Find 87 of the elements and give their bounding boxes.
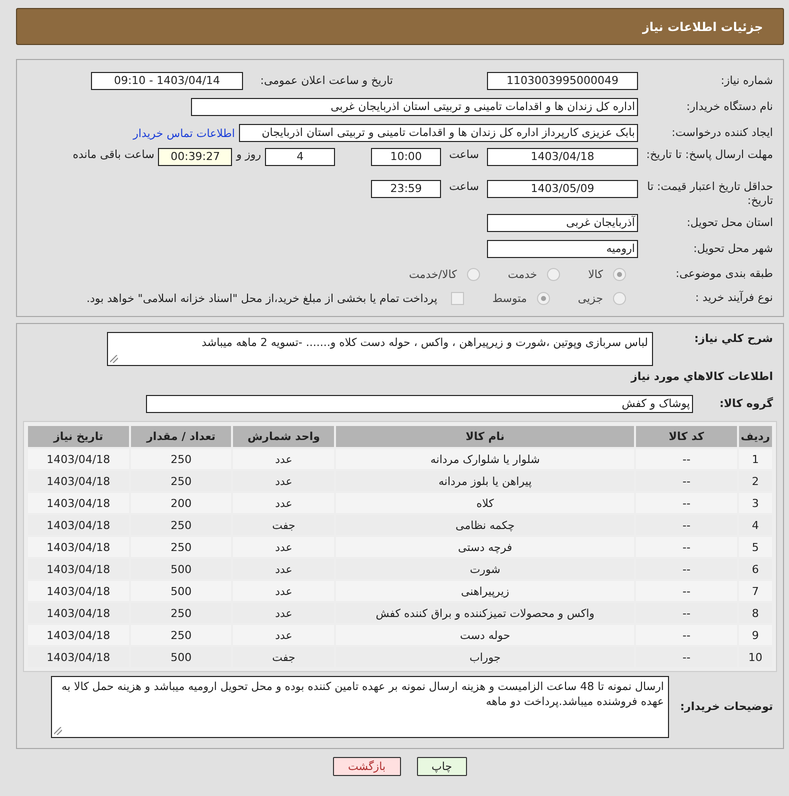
table-cell: زیرپیراهنی — [336, 581, 634, 601]
contact-link[interactable]: اطلاعات تماس خریدار — [133, 126, 235, 140]
table-cell: -- — [636, 493, 737, 513]
field-label: نوع فرآیند خرید : — [694, 291, 774, 305]
table-cell: عدد — [233, 493, 334, 513]
table-cell: -- — [636, 537, 737, 557]
resize-grip-icon — [54, 727, 62, 735]
time-label: ساعت — [449, 148, 479, 161]
table-cell: کلاه — [336, 493, 634, 513]
remaining-time-field: 00:39:27 — [158, 148, 232, 166]
resize-grip-icon — [110, 355, 118, 363]
table-cell: 3 — [738, 493, 772, 513]
option-label: کالا — [588, 268, 603, 280]
creator-field: بابک عزیزی کارپرداز اداره کل زندان ها و اقدامات تامینی و تربیتی استان اذربایجان — [239, 124, 638, 142]
field-label: مهلت ارسال پاسخ: تا تاریخ: — [645, 148, 774, 162]
days-field: 4 — [265, 148, 336, 166]
table-cell: 1403/04/18 — [28, 449, 129, 469]
print-button[interactable]: چاپ — [416, 757, 468, 776]
days-label: روز و — [236, 148, 262, 161]
table-cell: 1403/04/18 — [28, 625, 129, 645]
time-label: ساعت — [449, 180, 479, 193]
radio-button[interactable] — [466, 268, 480, 280]
table-cell: عدد — [233, 625, 334, 645]
buyer-notes-textarea: ارسال نمونه تا 48 ساعت الزامیست و هزینه ارسال نمونه بر عهده تامین کننده بوده و محل تحویل ارومیه میباشد و هزینه حمل کالا به عهده فروشنده میباشد.پرداخت دو ماهه — [51, 676, 669, 738]
table-cell: 9 — [738, 625, 772, 645]
option-label: کالا/خدمت — [409, 268, 457, 280]
remaining-label: ساعت باقی مانده — [72, 148, 154, 161]
table-cell: عدد — [233, 537, 334, 557]
back-button[interactable]: بازگشت — [332, 757, 401, 776]
column-header: تعداد / مقدار — [130, 426, 232, 447]
goods-group-field: پوشاک و کفش — [146, 395, 693, 413]
field-label: شماره نیاز: — [720, 74, 774, 88]
field-label: حداقل تاریخ اعتبار قیمت: تا تاریخ: — [646, 180, 774, 208]
column-header: کد کالا — [636, 426, 737, 447]
option-label: خدمت — [508, 268, 538, 280]
column-header: ردیف — [738, 426, 772, 447]
field-label: شهر محل تحویل: — [692, 242, 774, 256]
table-cell: عدد — [233, 581, 334, 601]
field-label: طبقه بندی موضوعی: — [674, 267, 774, 281]
page-title: جزئیات اطلاعات نیاز — [642, 20, 763, 34]
table-cell: حوله دست — [336, 625, 634, 645]
table-cell: 1403/04/18 — [28, 537, 129, 557]
table-cell: 1403/04/18 — [28, 493, 129, 513]
province-field: آذربایجان غربی — [487, 214, 638, 232]
checkbox[interactable] — [451, 292, 464, 304]
table-cell: 5 — [738, 537, 772, 557]
field-label: نام دستگاه خریدار: — [685, 100, 774, 114]
buyer-org-field: اداره کل زندان ها و اقدامات تامینی و تربیتی استان اذربایجان غربی — [191, 98, 638, 116]
field-label: شرح کلي نياز: — [693, 332, 774, 346]
field-label: توضیحات خریدار: — [679, 699, 774, 714]
validity-time-field: 23:59 — [371, 180, 442, 198]
radio-button[interactable] — [613, 292, 626, 304]
city-field: ارومیه — [487, 240, 638, 258]
table-cell: -- — [636, 625, 737, 645]
table-cell: 1403/04/18 — [28, 581, 129, 601]
table-cell: 7 — [738, 581, 772, 601]
deadline-time-field: 10:00 — [371, 148, 442, 166]
table-cell: 500 — [130, 581, 232, 601]
table-cell: 250 — [130, 625, 232, 645]
field-label: ایجاد کننده درخواست: — [670, 126, 774, 140]
table-cell: شلوار یا شلوارک مردانه — [336, 449, 634, 469]
need-number-field: 1103003995000049 — [487, 72, 638, 90]
table-cell: 250 — [130, 449, 232, 469]
column-header: نام کالا — [336, 426, 634, 447]
table-cell: عدد — [233, 449, 334, 469]
table-cell: -- — [636, 581, 737, 601]
field-label: تاریخ و ساعت اعلان عمومی: — [259, 74, 394, 88]
table-cell: -- — [636, 449, 737, 469]
radio-button[interactable] — [547, 268, 560, 280]
table-cell: 200 — [130, 493, 232, 513]
radio-button[interactable] — [613, 268, 626, 280]
radio-button[interactable] — [536, 292, 550, 304]
option-label: متوسط — [492, 292, 527, 304]
announce-date-field: 1403/04/14 - 09:10 — [91, 72, 243, 90]
option-label: جزیی — [578, 292, 603, 304]
field-label: استان محل تحویل: — [686, 216, 774, 230]
section-title: اطلاعات کالاهاي مورد نياز — [630, 370, 774, 383]
column-header: تاریخ نیاز — [28, 426, 129, 447]
table-cell: فرچه دستی — [336, 537, 634, 557]
table-cell: 250 — [130, 537, 232, 557]
deadline-date-field: 1403/04/18 — [487, 148, 638, 166]
table-cell: 1 — [738, 449, 772, 469]
treasury-label: پرداخت تمام یا بخشی از مبلغ خرید،از محل "اسناد خزانه اسلامی" خواهد بود. — [86, 292, 438, 304]
column-header: واحد شمارش — [233, 426, 334, 447]
summary-textarea: لباس سربازی وپوتین ،شورت و زیرپیراهن ، واکس ، حوله دست کلاه و....... -تسویه 2 ماهه میباشد — [107, 332, 653, 366]
field-label: گروه کالا: — [718, 397, 774, 411]
validity-date-field: 1403/05/09 — [487, 180, 638, 198]
